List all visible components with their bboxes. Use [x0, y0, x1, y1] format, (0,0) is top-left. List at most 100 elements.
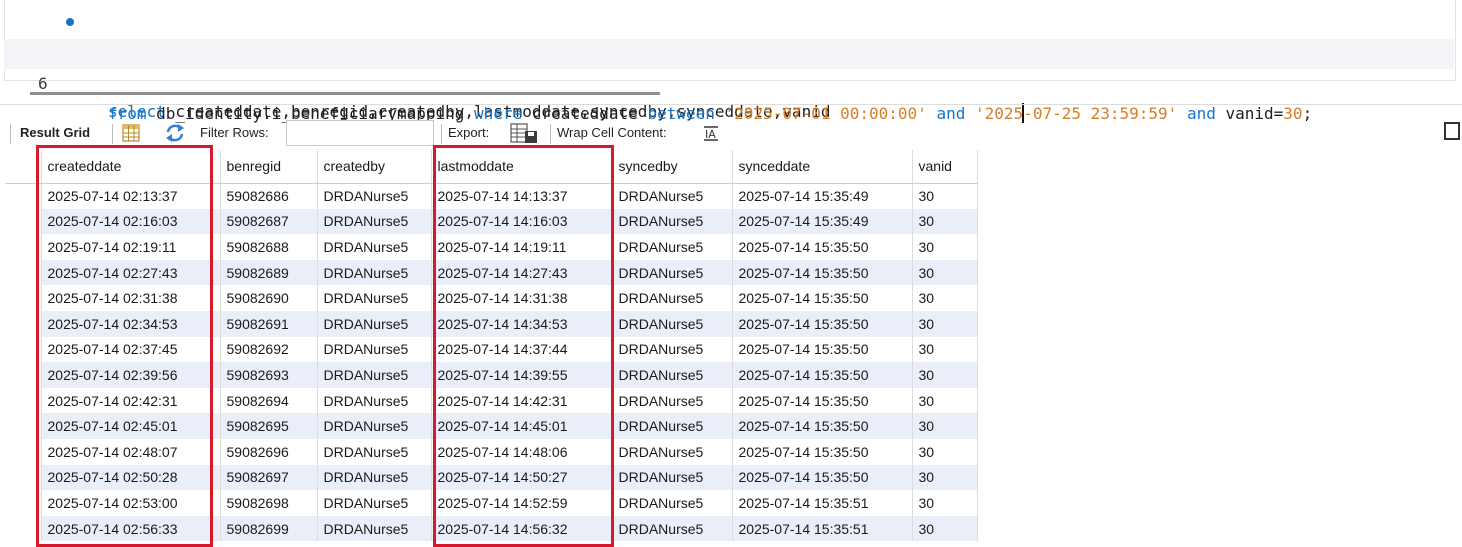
cell-lastmoddate[interactable]: 2025-07-14 14:42:31	[431, 387, 613, 414]
cell-syncedby[interactable]: DRDANurse5	[612, 259, 733, 286]
cell-synceddate[interactable]: 2025-07-14 15:35:51	[732, 490, 913, 516]
cell-createddate[interactable]: 2025-07-14 02:31:38	[41, 285, 221, 311]
cell-lastmoddate[interactable]: 2025-07-14 14:37:44	[431, 336, 613, 363]
cell-benregid[interactable]: 59082691	[220, 310, 318, 337]
cell-createdby[interactable]: DRDANurse5	[317, 490, 432, 516]
column-header-vanid[interactable]: vanid	[912, 150, 978, 184]
cell-createdby[interactable]: DRDANurse5	[317, 387, 432, 414]
cell-createddate[interactable]: 2025-07-14 02:19:11	[41, 234, 221, 260]
cell-synceddate[interactable]: 2025-07-14 15:35:50	[732, 234, 913, 260]
column-header-createdby[interactable]: createdby	[317, 150, 432, 184]
cell-vanid[interactable]: 30	[912, 336, 978, 363]
cell-createdby[interactable]: DRDANurse5	[317, 285, 432, 311]
table-row[interactable]: 2025-07-14 02:50:28 59082697 DRDANurse5 202…	[5, 464, 978, 491]
table-row[interactable]: 2025-07-14 02:16:03 59082687 DRDANurse5 202…	[5, 208, 978, 235]
cell-createddate[interactable]: 2025-07-14 02:56:33	[41, 515, 221, 542]
row-header[interactable]	[5, 362, 42, 388]
cell-createdby[interactable]: DRDANurse5	[317, 183, 432, 209]
cell-synceddate[interactable]: 2025-07-14 15:35:49	[732, 208, 913, 235]
row-header[interactable]	[5, 490, 42, 516]
panel-toggle-icon[interactable]	[1444, 122, 1460, 140]
code-line[interactable]: 5 select createddate,benregid,createdby,…	[4, 7, 1454, 121]
cell-syncedby[interactable]: DRDANurse5	[612, 208, 733, 235]
cell-createddate[interactable]: 2025-07-14 02:16:03	[41, 208, 221, 235]
cell-benregid[interactable]: 59082690	[220, 285, 318, 311]
cell-syncedby[interactable]: DRDANurse5	[612, 464, 733, 491]
cell-lastmoddate[interactable]: 2025-07-14 14:45:01	[431, 413, 613, 439]
cell-createdby[interactable]: DRDANurse5	[317, 234, 432, 260]
cell-syncedby[interactable]: DRDANurse5	[612, 438, 733, 465]
row-header[interactable]	[5, 387, 42, 414]
column-header-synceddate[interactable]: synceddate	[732, 150, 913, 184]
cell-benregid[interactable]: 59082696	[220, 438, 318, 465]
cell-syncedby[interactable]: DRDANurse5	[612, 234, 733, 260]
table-row[interactable]: 2025-07-14 02:34:53 59082691 DRDANurse5 202…	[5, 310, 978, 337]
row-header[interactable]	[5, 310, 42, 337]
column-header-createddate[interactable]: createddate	[41, 150, 221, 184]
cell-benregid[interactable]: 59082698	[220, 490, 318, 516]
cell-vanid[interactable]: 30	[912, 234, 978, 260]
cell-benregid[interactable]: 59082693	[220, 362, 318, 388]
cell-synceddate[interactable]: 2025-07-14 15:35:50	[732, 413, 913, 439]
cell-vanid[interactable]: 30	[912, 208, 978, 235]
table-row[interactable]: 2025-07-14 02:19:11 59082688 DRDANurse5 202…	[5, 234, 978, 260]
cell-createdby[interactable]: DRDANurse5	[317, 336, 432, 363]
cell-createddate[interactable]: 2025-07-14 02:45:01	[41, 413, 221, 439]
table-row[interactable]: 2025-07-14 02:56:33 59082699 DRDANurse5 202…	[5, 515, 978, 542]
cell-syncedby[interactable]: DRDANurse5	[612, 515, 733, 542]
cell-lastmoddate[interactable]: 2025-07-14 14:50:27	[431, 464, 613, 491]
row-header[interactable]	[5, 413, 42, 439]
row-header[interactable]	[5, 183, 42, 209]
cell-vanid[interactable]: 30	[912, 490, 978, 516]
cell-vanid[interactable]: 30	[912, 464, 978, 491]
cell-lastmoddate[interactable]: 2025-07-14 14:16:03	[431, 208, 613, 235]
cell-syncedby[interactable]: DRDANurse5	[612, 387, 733, 414]
cell-createdby[interactable]: DRDANurse5	[317, 413, 432, 439]
cell-createddate[interactable]: 2025-07-14 02:42:31	[41, 387, 221, 414]
cell-synceddate[interactable]: 2025-07-14 15:35:50	[732, 438, 913, 465]
row-header[interactable]	[5, 208, 42, 235]
cell-synceddate[interactable]: 2025-07-14 15:35:50	[732, 387, 913, 414]
cell-benregid[interactable]: 59082697	[220, 464, 318, 491]
row-header[interactable]	[5, 234, 42, 260]
cell-vanid[interactable]: 30	[912, 438, 978, 465]
cell-createddate[interactable]: 2025-07-14 02:13:37	[41, 183, 221, 209]
cell-createdby[interactable]: DRDANurse5	[317, 362, 432, 388]
cell-createdby[interactable]: DRDANurse5	[317, 259, 432, 286]
cell-syncedby[interactable]: DRDANurse5	[612, 490, 733, 516]
cell-lastmoddate[interactable]: 2025-07-14 14:19:11	[431, 234, 613, 260]
cell-lastmoddate[interactable]: 2025-07-14 14:31:38	[431, 285, 613, 311]
result-grid[interactable]: createddate benregid createdby lastmodda…	[5, 150, 978, 542]
cell-createddate[interactable]: 2025-07-14 02:27:43	[41, 259, 221, 286]
cell-lastmoddate[interactable]: 2025-07-14 14:13:37	[431, 183, 613, 209]
cell-synceddate[interactable]: 2025-07-14 15:35:50	[732, 336, 913, 363]
cell-vanid[interactable]: 30	[912, 362, 978, 388]
cell-benregid[interactable]: 59082686	[220, 183, 318, 209]
cell-vanid[interactable]: 30	[912, 413, 978, 439]
cell-benregid[interactable]: 59082694	[220, 387, 318, 414]
row-header[interactable]	[5, 285, 42, 311]
table-row[interactable]: 2025-07-14 02:31:38 59082690 DRDANurse5 202…	[5, 285, 978, 311]
cell-vanid[interactable]: 30	[912, 285, 978, 311]
cell-lastmoddate[interactable]: 2025-07-14 14:27:43	[431, 259, 613, 286]
grid-view-icon[interactable]	[122, 117, 140, 149]
table-row[interactable]: 2025-07-14 02:53:00 59082698 DRDANurse5 202…	[5, 490, 978, 516]
cell-benregid[interactable]: 59082687	[220, 208, 318, 235]
cell-benregid[interactable]: 59082688	[220, 234, 318, 260]
cell-synceddate[interactable]: 2025-07-14 15:35:50	[732, 362, 913, 388]
table-row[interactable]: 2025-07-14 02:45:01 59082695 DRDANurse5 202…	[5, 413, 978, 439]
export-icon[interactable]	[510, 117, 538, 149]
cell-synceddate[interactable]: 2025-07-14 15:35:50	[732, 310, 913, 337]
table-row[interactable]: 2025-07-14 02:39:56 59082693 DRDANurse5 202…	[5, 362, 978, 388]
cell-lastmoddate[interactable]: 2025-07-14 14:52:59	[431, 490, 613, 516]
cell-createdby[interactable]: DRDANurse5	[317, 438, 432, 465]
cell-benregid[interactable]: 59082695	[220, 413, 318, 439]
cell-createdby[interactable]: DRDANurse5	[317, 464, 432, 491]
cell-benregid[interactable]: 59082699	[220, 515, 318, 542]
filter-rows-input[interactable]	[286, 120, 434, 146]
table-row[interactable]: 2025-07-14 02:27:43 59082689 DRDANurse5 202…	[5, 259, 978, 286]
row-header[interactable]	[5, 438, 42, 465]
cell-lastmoddate[interactable]: 2025-07-14 14:56:32	[431, 515, 613, 542]
cell-createddate[interactable]: 2025-07-14 02:37:45	[41, 336, 221, 363]
cell-lastmoddate[interactable]: 2025-07-14 14:34:53	[431, 310, 613, 337]
